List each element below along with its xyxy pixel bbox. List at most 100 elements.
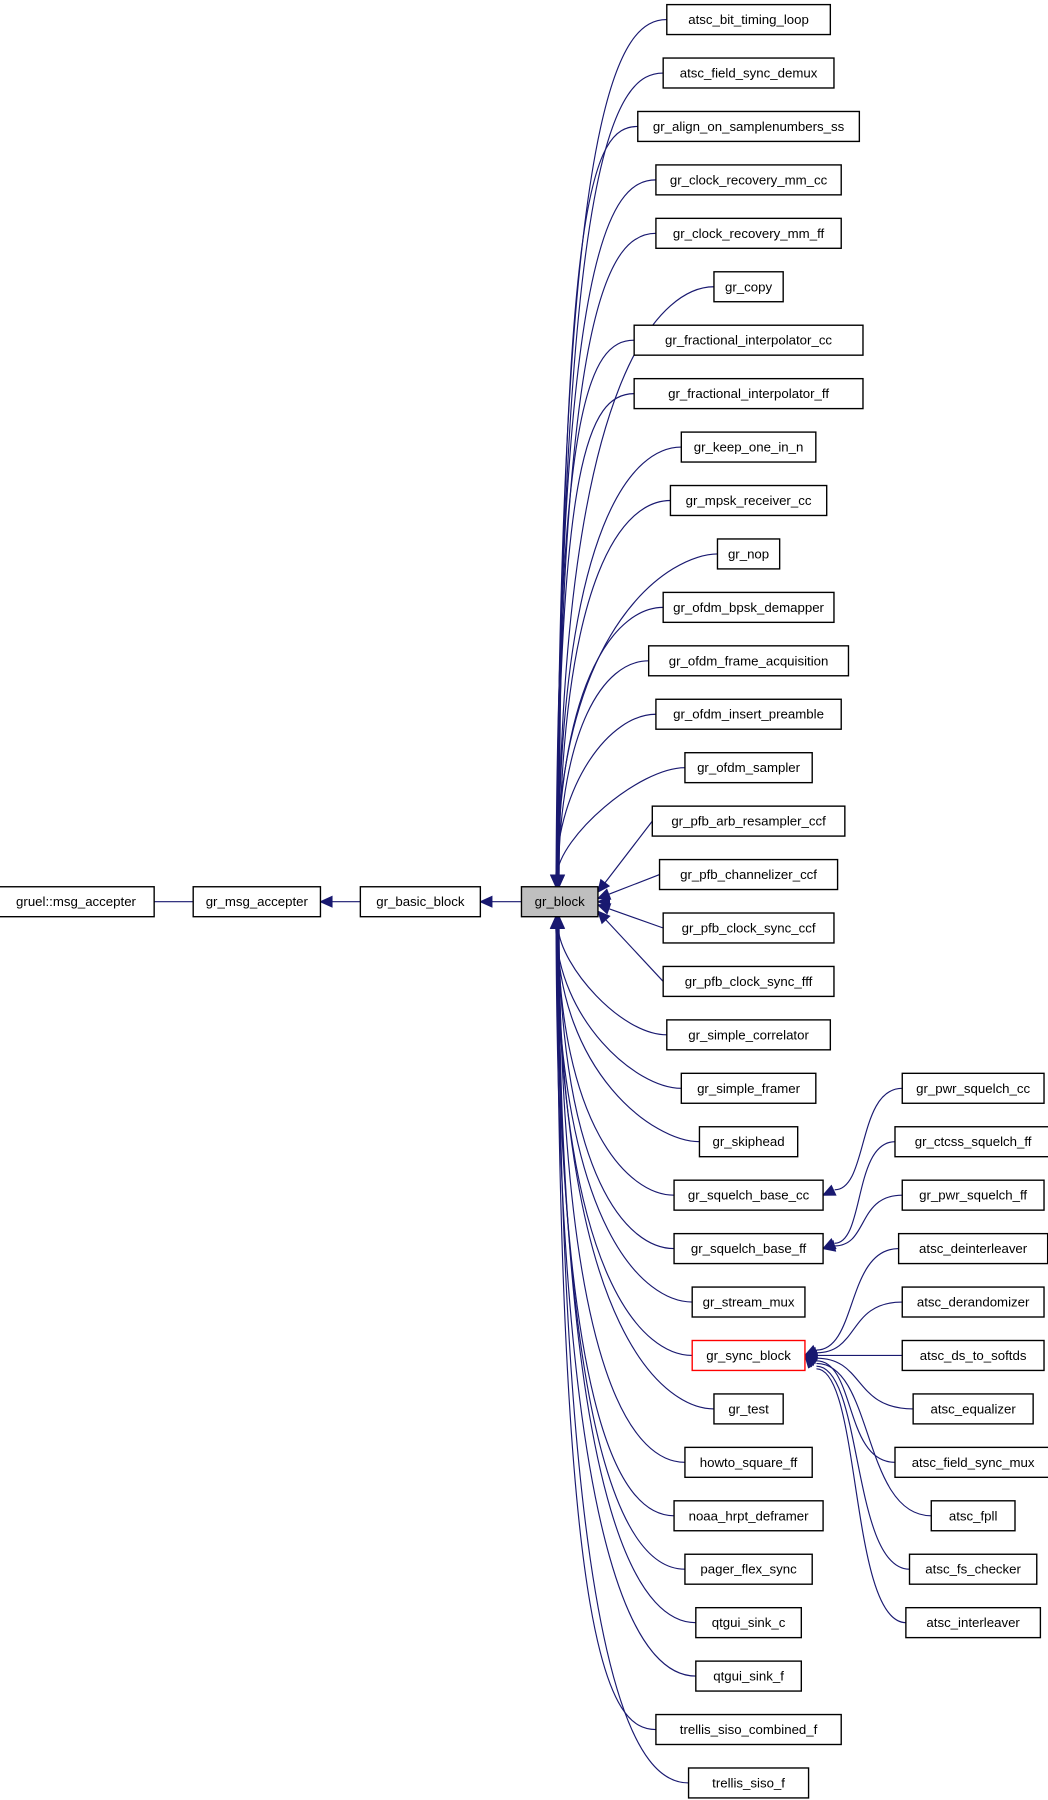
class-node-gruel-msg-accepter[interactable]: gruel::msg_accepter xyxy=(0,886,155,918)
node-label: gr_pwr_squelch_ff xyxy=(919,1188,1027,1203)
node-label: gr_nop xyxy=(728,546,769,561)
node-label: gr_squelch_base_ff xyxy=(691,1241,807,1256)
class-node-atsc-bit-timing-loop[interactable]: atsc_bit_timing_loop xyxy=(666,3,832,36)
class-node-gr-copy[interactable]: gr_copy xyxy=(713,271,784,303)
class-node-qtgui-sink-c[interactable]: qtgui_sink_c xyxy=(695,1606,803,1639)
class-node-gr-ofdm-sampler[interactable]: gr_ofdm_sampler xyxy=(684,752,813,784)
node-label: gr_sync_block xyxy=(706,1348,791,1363)
node-label: gr_ofdm_bpsk_demapper xyxy=(673,600,824,615)
edge-gr-pfb-arb-resampler-ccf-to-gr-block xyxy=(604,820,653,884)
node-label: gr_pfb_clock_sync_ccf xyxy=(682,920,816,935)
class-node-gr-ofdm-insert-preamble[interactable]: gr_ofdm_insert_preamble xyxy=(655,698,842,730)
node-label: atsc_equalizer xyxy=(930,1401,1016,1416)
class-node-gr-pfb-arb-resampler-ccf[interactable]: gr_pfb_arb_resampler_ccf xyxy=(651,805,846,837)
node-label: atsc_field_sync_mux xyxy=(912,1455,1035,1470)
edge-gr-simple-framer-to-gr-block xyxy=(555,928,682,1089)
node-label: gr_pfb_arb_resampler_ccf xyxy=(671,814,826,829)
node-label: howto_square_ff xyxy=(700,1455,798,1470)
edge-trellis-siso-f-to-gr-block xyxy=(557,928,689,1784)
class-node-howto-square-ff[interactable]: howto_square_ff xyxy=(684,1446,813,1479)
node-label: gr_pfb_channelizer_ccf xyxy=(680,867,817,882)
class-node-gr-pfb-clock-sync-ccf[interactable]: gr_pfb_clock_sync_ccf xyxy=(662,912,835,944)
class-node-atsc-field-sync-demux[interactable]: atsc_field_sync_demux xyxy=(662,57,835,89)
node-label: gr_basic_block xyxy=(376,894,465,909)
class-node-gr-ctcss-squelch-ff[interactable]: gr_ctcss_squelch_ff xyxy=(894,1126,1048,1158)
node-label: noaa_hrpt_deframer xyxy=(689,1508,810,1523)
edge-atsc-derandomizer-to-gr-sync-block xyxy=(816,1301,903,1354)
node-label: gr_clock_recovery_mm_ff xyxy=(673,226,825,241)
class-node-qtgui-sink-f[interactable]: qtgui_sink_f xyxy=(695,1660,803,1692)
edge-gr-pfb-clock-sync-fff-to-gr-block xyxy=(605,919,664,982)
class-node-gr-pfb-channelizer-ccf[interactable]: gr_pfb_channelizer_ccf xyxy=(658,858,839,891)
class-node-gr-pfb-clock-sync-fff[interactable]: gr_pfb_clock_sync_fff xyxy=(662,965,835,998)
node-label: gr_msg_accepter xyxy=(206,894,309,909)
class-node-gr-fractional-interpolator-cc[interactable]: gr_fractional_interpolator_cc xyxy=(633,324,864,356)
node-label: gr_ofdm_sampler xyxy=(697,760,801,775)
class-node-pager-flex-sync[interactable]: pager_flex_sync xyxy=(684,1553,813,1585)
class-node-atsc-derandomizer[interactable]: atsc_derandomizer xyxy=(901,1286,1045,1318)
node-label: gr_skiphead xyxy=(713,1134,785,1149)
class-node-gr-msg-accepter[interactable]: gr_msg_accepter xyxy=(192,886,322,918)
node-label: atsc_field_sync_demux xyxy=(680,66,818,81)
class-node-gr-sync-block[interactable]: gr_sync_block xyxy=(691,1339,806,1372)
edge-atsc-field-sync-demux-to-gr-block xyxy=(557,72,664,876)
class-node-atsc-deinterleaver[interactable]: atsc_deinterleaver xyxy=(897,1232,1048,1265)
class-node-trellis-siso-f[interactable]: trellis_siso_f xyxy=(687,1767,810,1799)
node-label: atsc_fs_checker xyxy=(925,1562,1021,1577)
class-node-gr-align-on-samplenumbers-ss[interactable]: gr_align_on_samplenumbers_ss xyxy=(637,110,861,143)
node-label: qtgui_sink_c xyxy=(712,1615,786,1630)
node-label: gr_pfb_clock_sync_fff xyxy=(685,974,813,989)
class-node-gr-clock-recovery-mm-ff[interactable]: gr_clock_recovery_mm_ff xyxy=(655,217,842,249)
class-node-atsc-field-sync-mux[interactable]: atsc_field_sync_mux xyxy=(894,1446,1048,1479)
edge-gr-pfb-channelizer-ccf-to-gr-block xyxy=(608,874,660,895)
node-label: atsc_interleaver xyxy=(926,1615,1020,1630)
class-node-gr-basic-block[interactable]: gr_basic_block xyxy=(359,886,482,918)
class-node-atsc-ds-to-softds[interactable]: atsc_ds_to_softds xyxy=(901,1339,1045,1372)
node-label: gr_ofdm_insert_preamble xyxy=(673,707,824,722)
node-label: trellis_siso_combined_f xyxy=(680,1722,818,1737)
class-node-atsc-fpll[interactable]: atsc_fpll xyxy=(930,1500,1016,1532)
class-node-gr-simple-framer[interactable]: gr_simple_framer xyxy=(680,1072,817,1104)
node-label: trellis_siso_f xyxy=(712,1775,785,1790)
node-label: atsc_deinterleaver xyxy=(919,1241,1028,1256)
class-node-gr-block[interactable]: gr_block xyxy=(520,886,599,918)
class-node-gr-ofdm-frame-acquisition[interactable]: gr_ofdm_frame_acquisition xyxy=(647,645,850,677)
edge-noaa-hrpt-deframer-to-gr-block xyxy=(556,928,675,1517)
class-node-noaa-hrpt-deframer[interactable]: noaa_hrpt_deframer xyxy=(673,1500,824,1532)
class-node-gr-test[interactable]: gr_test xyxy=(713,1393,784,1425)
class-node-gr-squelch-base-cc[interactable]: gr_squelch_base_cc xyxy=(673,1179,824,1211)
class-node-gr-squelch-base-ff[interactable]: gr_squelch_base_ff xyxy=(673,1232,824,1265)
node-label: gr_simple_framer xyxy=(697,1081,801,1096)
node-label: gr_mpsk_receiver_cc xyxy=(686,493,812,508)
node-label: gr_block xyxy=(535,894,585,909)
node-label: gr_stream_mux xyxy=(703,1295,795,1310)
class-node-gr-nop[interactable]: gr_nop xyxy=(716,538,781,570)
edge-atsc-deinterleaver-to-gr-sync-block xyxy=(816,1248,899,1351)
node-label: atsc_derandomizer xyxy=(917,1295,1030,1310)
node-label: gr_copy xyxy=(725,279,772,294)
class-node-atsc-fs-checker[interactable]: atsc_fs_checker xyxy=(908,1553,1038,1585)
class-node-gr-keep-one-in-n[interactable]: gr_keep_one_in_n xyxy=(680,431,817,463)
edge-gr-squelch-base-ff-to-gr-block xyxy=(558,928,675,1250)
node-label: gr_clock_recovery_mm_cc xyxy=(670,172,828,187)
class-node-gr-pwr-squelch-cc[interactable]: gr_pwr_squelch_cc xyxy=(901,1072,1045,1104)
node-label: qtgui_sink_f xyxy=(713,1669,784,1684)
class-node-gr-fractional-interpolator-ff[interactable]: gr_fractional_interpolator_ff xyxy=(633,377,864,410)
class-node-gr-skiphead[interactable]: gr_skiphead xyxy=(698,1126,799,1158)
edge-gr-pfb-clock-sync-ccf-to-gr-block xyxy=(608,908,664,929)
class-node-gr-mpsk-receiver-cc[interactable]: gr_mpsk_receiver_cc xyxy=(669,484,828,517)
class-node-gr-simple-correlator[interactable]: gr_simple_correlator xyxy=(666,1019,832,1051)
class-node-atsc-equalizer[interactable]: atsc_equalizer xyxy=(912,1393,1034,1425)
class-node-trellis-siso-combined-f[interactable]: trellis_siso_combined_f xyxy=(655,1713,842,1746)
node-label: gr_pwr_squelch_cc xyxy=(916,1081,1030,1096)
node-label: atsc_ds_to_softds xyxy=(920,1348,1027,1363)
class-node-gr-ofdm-bpsk-demapper[interactable]: gr_ofdm_bpsk_demapper xyxy=(662,591,835,624)
class-node-gr-pwr-squelch-ff[interactable]: gr_pwr_squelch_ff xyxy=(901,1179,1045,1211)
node-label: gr_fractional_interpolator_ff xyxy=(668,386,829,401)
class-node-gr-stream-mux[interactable]: gr_stream_mux xyxy=(691,1286,806,1318)
class-node-atsc-interleaver[interactable]: atsc_interleaver xyxy=(905,1606,1042,1639)
class-node-gr-clock-recovery-mm-cc[interactable]: gr_clock_recovery_mm_cc xyxy=(655,164,842,196)
edge-gr-pwr-squelch-cc-arrowhead-icon xyxy=(821,1184,837,1196)
node-label: atsc_bit_timing_loop xyxy=(688,12,809,27)
edge-atsc-equalizer-to-gr-sync-block xyxy=(816,1357,914,1410)
